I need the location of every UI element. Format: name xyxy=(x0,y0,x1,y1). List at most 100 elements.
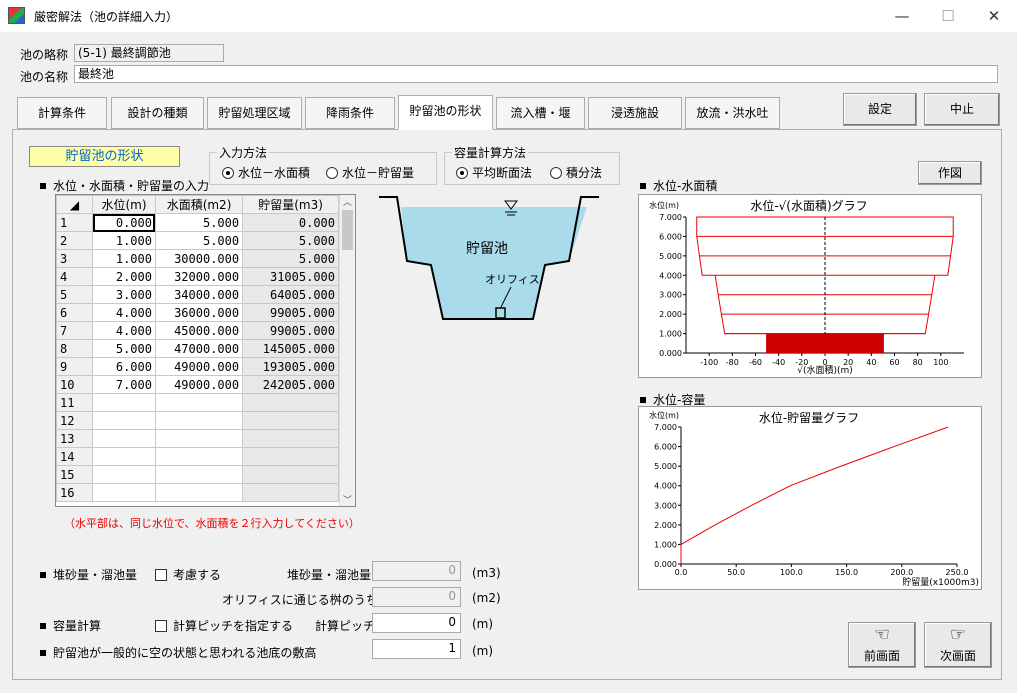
radio-average-section[interactable]: 平均断面法 xyxy=(456,164,532,181)
level-cell[interactable] xyxy=(92,465,156,484)
area-cell[interactable]: 47000.000 xyxy=(154,339,244,358)
level-cell[interactable] xyxy=(92,483,156,502)
storage-cell[interactable] xyxy=(242,465,339,484)
level-cell[interactable]: 1.000 xyxy=(92,231,156,250)
tab-rainfall[interactable]: 降雨条件 xyxy=(305,97,395,129)
checkbox-icon[interactable] xyxy=(155,569,167,581)
table-row[interactable]: 8 5.000 47000.000 145005.000 xyxy=(56,339,339,358)
tab-design-type[interactable]: 設計の種類 xyxy=(111,97,204,129)
tab-storage-area[interactable]: 貯留処理区域 xyxy=(207,97,302,129)
storage-cell[interactable]: 64005.000 xyxy=(242,285,339,304)
table-row[interactable]: 4 2.000 32000.000 31005.000 xyxy=(56,267,339,286)
draw-button[interactable]: 作図 xyxy=(918,161,982,185)
radio-storage-option[interactable]: 水位－貯留量 xyxy=(326,164,414,181)
minimize-button[interactable]: — xyxy=(879,0,925,32)
level-cell[interactable]: 6.000 xyxy=(92,357,156,376)
area-cell[interactable]: 5.000 xyxy=(154,213,244,232)
sediment-checkbox[interactable]: 考慮する xyxy=(155,566,221,583)
storage-cell[interactable]: 193005.000 xyxy=(242,357,339,376)
level-cell[interactable] xyxy=(92,447,156,466)
level-cell[interactable]: 2.000 xyxy=(92,267,156,286)
tab-infiltration[interactable]: 浸透施設 xyxy=(588,97,682,129)
area-cell[interactable]: 49000.000 xyxy=(154,357,244,376)
storage-cell[interactable]: 0.000 xyxy=(242,213,339,232)
area-cell[interactable]: 30000.000 xyxy=(154,249,244,268)
area-cell[interactable]: 36000.000 xyxy=(154,303,244,322)
pond-label: 貯留池 xyxy=(466,241,508,257)
scroll-down-icon[interactable]: ﹀ xyxy=(340,493,355,506)
area-cell[interactable] xyxy=(154,411,244,430)
area-cell[interactable]: 49000.000 xyxy=(154,375,244,394)
input-method-title: 入力方法 xyxy=(217,144,270,161)
close-button[interactable]: ✕ xyxy=(971,0,1017,32)
radio-integration[interactable]: 積分法 xyxy=(550,164,602,181)
orifice-area-input[interactable]: 0 xyxy=(372,587,461,607)
storage-cell[interactable] xyxy=(242,411,339,430)
storage-cell[interactable] xyxy=(242,393,339,412)
table-row[interactable]: 15 xyxy=(56,465,339,484)
area-cell[interactable] xyxy=(154,393,244,412)
table-row[interactable]: 7 4.000 45000.000 99005.000 xyxy=(56,321,339,340)
area-cell[interactable]: 34000.000 xyxy=(154,285,244,304)
area-cell[interactable] xyxy=(154,447,244,466)
settings-button[interactable]: 設定 xyxy=(843,93,917,126)
storage-cell[interactable]: 31005.000 xyxy=(242,267,339,286)
storage-cell[interactable]: 5.000 xyxy=(242,231,339,250)
grid-scrollbar[interactable]: ︿ ﹀ xyxy=(339,195,355,506)
table-row[interactable]: 2 1.000 5.000 5.000 xyxy=(56,231,339,250)
table-row[interactable]: 12 xyxy=(56,411,339,430)
table-row[interactable]: 1 0.000 5.000 0.000 xyxy=(56,213,339,232)
level-cell[interactable] xyxy=(92,429,156,448)
checkbox-icon[interactable] xyxy=(155,620,167,632)
area-cell[interactable] xyxy=(154,429,244,448)
table-row[interactable]: 6 4.000 36000.000 99005.000 xyxy=(56,303,339,322)
storage-cell[interactable]: 145005.000 xyxy=(242,339,339,358)
prev-screen-button[interactable]: ☜ 前画面 xyxy=(848,622,916,668)
storage-cell[interactable]: 242005.000 xyxy=(242,375,339,394)
area-cell[interactable] xyxy=(154,465,244,484)
table-row[interactable]: 14 xyxy=(56,447,339,466)
storage-cell[interactable]: 5.000 xyxy=(242,249,339,268)
pond-name-input[interactable]: 最終池 xyxy=(74,65,998,83)
scroll-thumb[interactable] xyxy=(342,210,353,250)
storage-cell[interactable]: 99005.000 xyxy=(242,321,339,340)
table-row[interactable]: 3 1.000 30000.000 5.000 xyxy=(56,249,339,268)
level-cell[interactable]: 4.000 xyxy=(92,321,156,340)
storage-cell[interactable] xyxy=(242,429,339,448)
table-row[interactable]: 11 xyxy=(56,393,339,412)
table-row[interactable]: 13 xyxy=(56,429,339,448)
level-cell[interactable] xyxy=(92,393,156,412)
sediment-input[interactable]: 0 xyxy=(372,561,461,581)
next-screen-button[interactable]: ☞ 次画面 xyxy=(924,622,992,668)
area-cell[interactable]: 45000.000 xyxy=(154,321,244,340)
tab-inflow-weir[interactable]: 流入槽・堰 xyxy=(496,97,585,129)
table-row[interactable]: 5 3.000 34000.000 64005.000 xyxy=(56,285,339,304)
level-cell[interactable]: 1.000 xyxy=(92,249,156,268)
level-cell[interactable]: 7.000 xyxy=(92,375,156,394)
tab-calc-conditions[interactable]: 計算条件 xyxy=(17,97,107,129)
area-cell[interactable]: 5.000 xyxy=(154,231,244,250)
data-grid[interactable]: ◢ 水位(m) 水面積(m2) 貯留量(m3) 1 0.000 5.000 0.000… xyxy=(55,194,356,507)
area-cell[interactable]: 32000.000 xyxy=(154,267,244,286)
area-cell[interactable] xyxy=(154,483,244,502)
level-cell[interactable]: 5.000 xyxy=(92,339,156,358)
radio-area-option[interactable]: 水位－水面積 xyxy=(222,164,310,181)
level-cell[interactable] xyxy=(92,411,156,430)
pitch-input[interactable]: 0 xyxy=(372,613,461,633)
pitch-checkbox[interactable]: 計算ピッチを指定する xyxy=(155,617,293,634)
table-row[interactable]: 16 xyxy=(56,483,339,502)
tab-pond-shape[interactable]: 貯留池の形状 xyxy=(398,95,493,130)
storage-cell[interactable] xyxy=(242,447,339,466)
table-row[interactable]: 9 6.000 49000.000 193005.000 xyxy=(56,357,339,376)
level-cell[interactable]: 3.000 xyxy=(92,285,156,304)
storage-cell[interactable] xyxy=(242,483,339,502)
table-row[interactable]: 10 7.000 49000.000 242005.000 xyxy=(56,375,339,394)
tab-discharge-spillway[interactable]: 放流・洪水吐 xyxy=(685,97,780,129)
scroll-up-icon[interactable]: ︿ xyxy=(340,195,355,208)
level-cell[interactable]: 4.000 xyxy=(92,303,156,322)
storage-cell[interactable]: 99005.000 xyxy=(242,303,339,322)
maximize-button[interactable]: ☐ xyxy=(925,0,971,32)
bottom-level-input[interactable]: 1 xyxy=(372,639,461,659)
cancel-button[interactable]: 中止 xyxy=(924,93,1000,126)
level-cell[interactable]: 0.000 xyxy=(92,213,156,232)
